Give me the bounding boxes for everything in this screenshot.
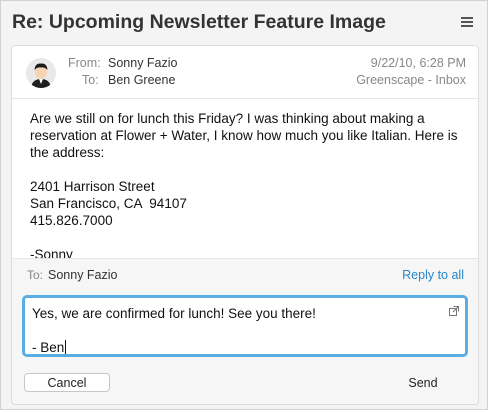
phone-number: 415.826.7000 [30,213,113,228]
avatar [26,58,56,88]
from-label: From: [68,56,101,70]
hamburger-menu-icon[interactable] [461,17,473,27]
reply-text[interactable]: Yes, we are confirmed for lunch! See you… [32,305,316,356]
body-paragraph: Are we still on for lunch this Friday? I… [30,111,458,160]
address-line-1: 2401 Harrison Street [30,179,155,194]
reply-line-1: Yes, we are confirmed for lunch! See you… [32,306,316,321]
message-subject: Re: Upcoming Newsletter Feature Image [12,11,386,33]
reply-to-label: To: [27,268,44,282]
reply-area: To: Sonny Fazio Reply to all Yes, we are… [12,258,478,404]
mailbox-name: Greenscape - Inbox [356,73,466,87]
mail-window: Re: Upcoming Newsletter Feature Image Fr… [0,0,488,410]
message-card: From: Sonny Fazio To: Ben Greene 9/22/10… [11,45,479,405]
to-name[interactable]: Ben Greene [108,73,175,87]
send-button[interactable]: Send [380,373,466,392]
reply-line-2: - Ben [32,340,65,355]
from-name[interactable]: Sonny Fazio [108,56,177,70]
message-date: 9/22/10, 6:28 PM [370,56,466,70]
reply-all-link[interactable]: Reply to all [402,268,464,282]
to-label: To: [82,73,99,87]
cancel-button[interactable]: Cancel [24,373,110,392]
reply-compose-field[interactable]: Yes, we are confirmed for lunch! See you… [22,295,468,357]
message-body: Are we still on for lunch this Friday? I… [30,110,470,263]
text-caret [65,340,67,354]
header-divider [12,98,478,99]
reply-to-name[interactable]: Sonny Fazio [48,268,117,282]
address-line-2: San Francisco, CA 94107 [30,196,187,211]
expand-icon[interactable] [449,303,459,316]
message-header: Re: Upcoming Newsletter Feature Image [1,1,487,45]
reply-divider [12,258,478,259]
